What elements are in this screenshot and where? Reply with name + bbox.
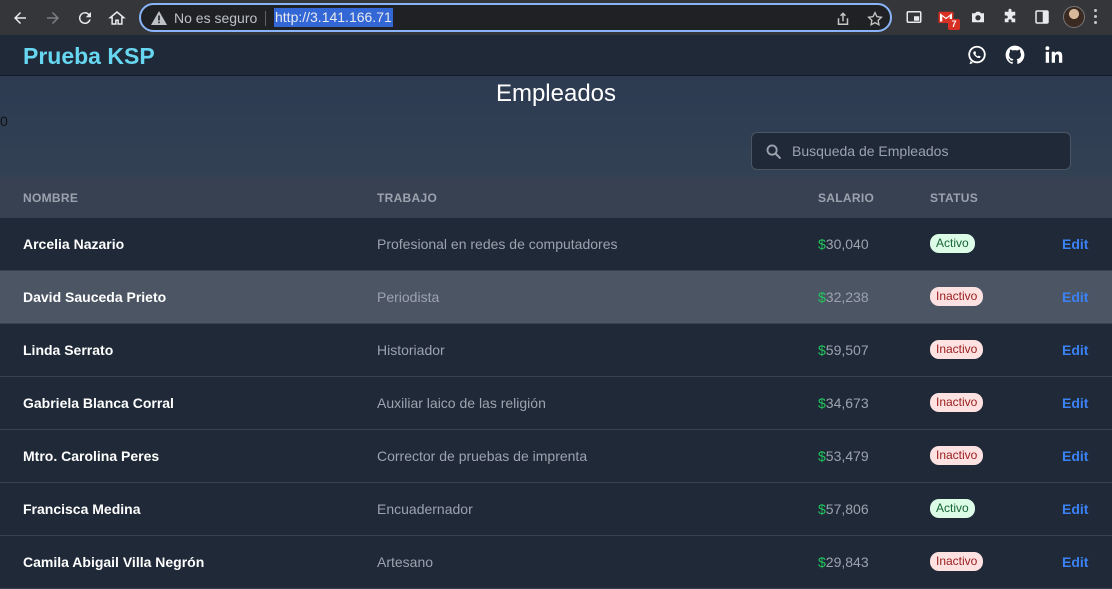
reload-icon[interactable] bbox=[73, 6, 97, 30]
table-row[interactable]: David Sauceda Prieto Periodista $32,238 Ina… bbox=[0, 271, 1112, 324]
edit-link[interactable]: Edit bbox=[1062, 236, 1088, 252]
github-icon[interactable] bbox=[1004, 44, 1026, 66]
table-row[interactable]: Francisca Medina Encuadernador $57,806 Acti… bbox=[0, 483, 1112, 536]
employee-name: Linda Serrato bbox=[23, 342, 114, 358]
status-badge: Inactivo bbox=[930, 446, 984, 465]
currency-symbol: $ bbox=[818, 501, 826, 517]
status-badge: Inactivo bbox=[930, 340, 984, 359]
status-badge: Activo bbox=[930, 499, 975, 518]
search-icon bbox=[766, 144, 781, 159]
table-row[interactable]: Camila Abigail Villa Negrón Artesano $29,8… bbox=[0, 536, 1112, 589]
address-separator bbox=[265, 11, 266, 26]
back-icon[interactable] bbox=[8, 6, 32, 30]
status-badge: Inactivo bbox=[930, 393, 984, 412]
employee-job: Historiador bbox=[377, 342, 445, 358]
warning-icon[interactable] bbox=[151, 11, 167, 25]
salary-amount: 34,673 bbox=[825, 395, 869, 411]
picture-in-picture-icon[interactable] bbox=[905, 8, 923, 26]
column-header-salary: SALARIO bbox=[818, 191, 875, 205]
url-text[interactable]: http://3.141.166.71 bbox=[274, 8, 393, 27]
edit-link[interactable]: Edit bbox=[1062, 554, 1088, 570]
status-badge: Inactivo bbox=[930, 287, 984, 306]
table-row[interactable]: Arcelia Nazario Profesional en redes de c… bbox=[0, 218, 1112, 271]
share-icon[interactable] bbox=[834, 10, 852, 28]
linkedin-icon[interactable] bbox=[1043, 44, 1065, 66]
column-header-name: NOMBRE bbox=[23, 191, 79, 205]
search-input[interactable] bbox=[792, 133, 1062, 169]
currency-symbol: $ bbox=[818, 236, 826, 252]
employee-salary: $30,040 bbox=[818, 236, 869, 252]
app-header: Prueba KSP bbox=[0, 35, 1112, 76]
camera-icon[interactable] bbox=[969, 8, 987, 26]
edit-link[interactable]: Edit bbox=[1062, 501, 1088, 517]
currency-symbol: $ bbox=[818, 395, 826, 411]
profile-avatar[interactable] bbox=[1063, 6, 1085, 28]
browser-toolbar: No es seguro http://3.141.166.71 7 bbox=[0, 0, 1112, 35]
employee-name: Francisca Medina bbox=[23, 501, 141, 517]
browser-menu-icon[interactable] bbox=[1094, 9, 1098, 25]
employee-name: Arcelia Nazario bbox=[23, 236, 125, 252]
employee-name: David Sauceda Prieto bbox=[23, 289, 167, 305]
table-row[interactable]: Mtro. Carolina Peres Corrector de pruebas… bbox=[0, 430, 1112, 483]
brand-logo[interactable]: Prueba KSP bbox=[23, 43, 155, 70]
salary-amount: 57,806 bbox=[825, 501, 869, 517]
employee-job: Artesano bbox=[377, 554, 434, 570]
employee-name: Gabriela Blanca Corral bbox=[23, 395, 174, 411]
employee-salary: $34,673 bbox=[818, 395, 869, 411]
column-header-status: STATUS bbox=[930, 191, 979, 205]
employee-job: Profesional en redes de computadores bbox=[377, 236, 618, 252]
currency-symbol: $ bbox=[818, 448, 826, 464]
edit-link[interactable]: Edit bbox=[1062, 342, 1088, 358]
salary-amount: 29,843 bbox=[825, 554, 869, 570]
table-body: Arcelia Nazario Profesional en redes de c… bbox=[0, 218, 1112, 589]
edit-link[interactable]: Edit bbox=[1062, 289, 1088, 305]
result-counter: 0 bbox=[0, 113, 8, 129]
whatsapp-icon[interactable] bbox=[966, 44, 988, 66]
salary-amount: 53,479 bbox=[825, 448, 869, 464]
star-icon[interactable] bbox=[866, 10, 884, 28]
employee-name: Camila Abigail Villa Negrón bbox=[23, 554, 205, 570]
employee-salary: $29,843 bbox=[818, 554, 869, 570]
status-badge: Activo bbox=[930, 234, 975, 253]
hero-section: Empleados 0 bbox=[0, 76, 1112, 177]
employee-job: Auxiliar laico de las religión bbox=[377, 395, 546, 411]
currency-symbol: $ bbox=[818, 289, 826, 305]
page-title: Empleados bbox=[495, 80, 617, 107]
table-header: NOMBRE TRABAJO SALARIO STATUS bbox=[0, 177, 1112, 218]
table-row[interactable]: Gabriela Blanca Corral Auxiliar laico de … bbox=[0, 377, 1112, 430]
security-label[interactable]: No es seguro bbox=[174, 10, 257, 26]
status-badge: Inactivo bbox=[930, 552, 984, 571]
currency-symbol: $ bbox=[818, 554, 826, 570]
forward-icon[interactable] bbox=[41, 6, 65, 30]
employee-job: Periodista bbox=[377, 289, 440, 305]
column-header-job: TRABAJO bbox=[377, 191, 438, 205]
mail-count-badge: 7 bbox=[948, 19, 960, 30]
salary-amount: 30,040 bbox=[825, 236, 869, 252]
currency-symbol: $ bbox=[818, 342, 826, 358]
salary-amount: 32,238 bbox=[825, 289, 869, 305]
table-row[interactable]: Linda Serrato Historiador $59,507 Inactivo E… bbox=[0, 324, 1112, 377]
edit-link[interactable]: Edit bbox=[1062, 395, 1088, 411]
employee-salary: $57,806 bbox=[818, 501, 869, 517]
home-icon[interactable] bbox=[105, 6, 129, 30]
employees-table: NOMBRE TRABAJO SALARIO STATUS Arcelia Na… bbox=[0, 177, 1112, 589]
salary-amount: 59,507 bbox=[825, 342, 869, 358]
side-panel-icon[interactable] bbox=[1033, 8, 1051, 26]
search-box[interactable] bbox=[751, 132, 1071, 170]
employee-salary: $32,238 bbox=[818, 289, 869, 305]
edit-link[interactable]: Edit bbox=[1062, 448, 1088, 464]
employee-salary: $59,507 bbox=[818, 342, 869, 358]
employee-job: Encuadernador bbox=[377, 501, 473, 517]
address-bar[interactable]: No es seguro http://3.141.166.71 bbox=[139, 3, 892, 32]
employee-name: Mtro. Carolina Peres bbox=[23, 448, 160, 464]
employee-salary: $53,479 bbox=[818, 448, 869, 464]
employee-job: Corrector de pruebas de imprenta bbox=[377, 448, 588, 464]
extensions-puzzle-icon[interactable] bbox=[1001, 8, 1019, 26]
